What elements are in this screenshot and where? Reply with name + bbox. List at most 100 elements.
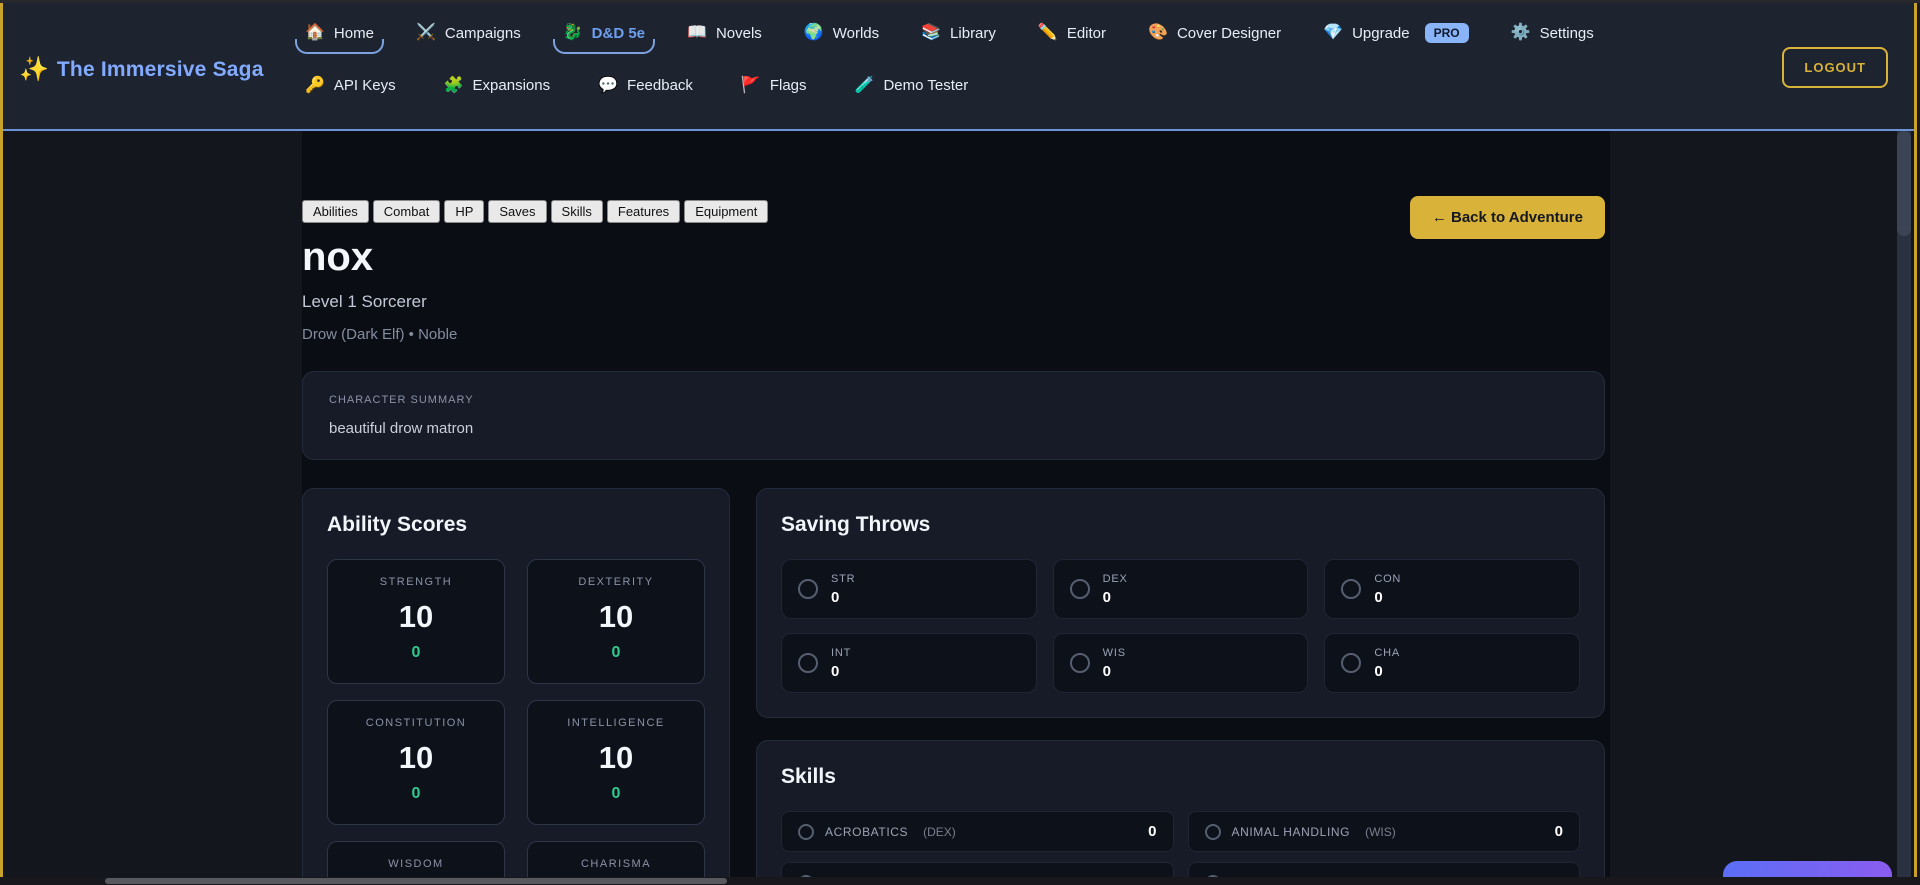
window-chrome-top bbox=[0, 0, 1920, 3]
saving-throw-con[interactable]: CON 0 bbox=[1324, 559, 1580, 619]
nav-row-primary: 🏠 Home ⚔️ Campaigns 🐉 D&D 5e 📖 Novels 🌍 … bbox=[303, 19, 1596, 53]
nav-label: D&D 5e bbox=[592, 25, 645, 42]
nav-item-settings[interactable]: ⚙️ Settings bbox=[1509, 21, 1596, 52]
dragon-icon: 🐉 bbox=[563, 25, 583, 41]
ability-grid: STRENGTH 10 0 DEXTERITY 10 0 CONSTITUTIO… bbox=[327, 559, 705, 885]
nav-label: Upgrade bbox=[1352, 25, 1410, 42]
ability-card-intelligence: INTELLIGENCE 10 0 bbox=[527, 700, 705, 825]
nav-item-api-keys[interactable]: 🔑 API Keys bbox=[303, 73, 398, 104]
app-header: ✨ The Immersive Saga 🏠 Home ⚔️ Campaigns… bbox=[3, 3, 1914, 131]
ability-modifier: 0 bbox=[338, 644, 494, 662]
ability-modifier: 0 bbox=[338, 785, 494, 803]
save-value: 0 bbox=[1374, 663, 1400, 680]
tab-features[interactable]: Features bbox=[607, 200, 680, 223]
sparkles-icon: ✨ bbox=[19, 55, 49, 84]
ability-scores-panel: Ability Scores STRENGTH 10 0 DEXTERITY 1… bbox=[302, 488, 730, 885]
nav-item-feedback[interactable]: 💬 Feedback bbox=[596, 73, 695, 104]
save-value: 0 bbox=[831, 589, 855, 606]
nav-item-upgrade[interactable]: 💎 Upgrade PRO bbox=[1321, 19, 1470, 53]
ability-name: CHARISMA bbox=[538, 858, 694, 870]
crossed-swords-icon: ⚔️ bbox=[416, 25, 436, 41]
skills-grid: ACROBATICS (DEX) 0 ANIMAL HANDLING (WIS)… bbox=[781, 811, 1580, 885]
summary-text: beautiful drow matron bbox=[329, 420, 1578, 437]
skill-acrobatics[interactable]: ACROBATICS (DEX) 0 bbox=[781, 811, 1174, 852]
nav-item-editor[interactable]: ✏️ Editor bbox=[1036, 21, 1108, 52]
nav-item-dnd-5e[interactable]: 🐉 D&D 5e bbox=[561, 21, 647, 52]
save-value: 0 bbox=[1103, 589, 1128, 606]
horizontal-scrollbar-thumb[interactable] bbox=[105, 878, 727, 884]
nav-label: Novels bbox=[716, 25, 762, 42]
saving-throw-int[interactable]: INT 0 bbox=[781, 633, 1037, 693]
nav-label: API Keys bbox=[334, 77, 396, 94]
nav-item-worlds[interactable]: 🌍 Worlds bbox=[802, 21, 881, 52]
nav-item-cover-designer[interactable]: 🎨 Cover Designer bbox=[1146, 21, 1283, 52]
skill-ability: (DEX) bbox=[923, 825, 956, 839]
nav-label: Worlds bbox=[833, 25, 879, 42]
save-value: 0 bbox=[1103, 663, 1126, 680]
ability-card-constitution: CONSTITUTION 10 0 bbox=[327, 700, 505, 825]
nav-item-home[interactable]: 🏠 Home bbox=[303, 21, 376, 52]
save-name: INT bbox=[831, 647, 851, 659]
proficiency-circle-icon bbox=[798, 824, 814, 840]
left-column: Ability Scores STRENGTH 10 0 DEXTERITY 1… bbox=[302, 488, 730, 885]
nav-item-demo-tester[interactable]: 🧪 Demo Tester bbox=[853, 73, 971, 104]
globe-icon: 🌍 bbox=[804, 25, 824, 41]
speech-bubble-icon: 💬 bbox=[598, 78, 618, 94]
book-icon: 📖 bbox=[687, 25, 707, 41]
ability-modifier: 0 bbox=[538, 785, 694, 803]
proficiency-circle-icon bbox=[798, 653, 818, 673]
sheet-grid: Ability Scores STRENGTH 10 0 DEXTERITY 1… bbox=[302, 488, 1605, 885]
ability-score: 10 bbox=[338, 599, 494, 635]
skills-panel: Skills ACROBATICS (DEX) 0 ANIMAL HANDLIN… bbox=[756, 740, 1605, 885]
tab-hp[interactable]: HP bbox=[444, 200, 484, 223]
character-summary-panel: CHARACTER SUMMARY beautiful drow matron bbox=[302, 371, 1605, 460]
saving-throw-dex[interactable]: DEX 0 bbox=[1053, 559, 1309, 619]
test-tube-icon: 🧪 bbox=[855, 78, 875, 94]
skill-ability: (WIS) bbox=[1365, 825, 1396, 839]
saving-throw-str[interactable]: STR 0 bbox=[781, 559, 1037, 619]
tab-combat[interactable]: Combat bbox=[373, 200, 441, 223]
nav-label: Editor bbox=[1067, 25, 1106, 42]
skill-value: 0 bbox=[1555, 823, 1563, 840]
tab-skills[interactable]: Skills bbox=[551, 200, 603, 223]
skill-name: ANIMAL HANDLING bbox=[1232, 825, 1351, 839]
nav-label: Cover Designer bbox=[1177, 25, 1281, 42]
back-to-adventure-button[interactable]: ← Back to Adventure bbox=[1410, 196, 1605, 239]
tab-equipment[interactable]: Equipment bbox=[684, 200, 768, 223]
brand-title: The Immersive Saga bbox=[57, 58, 264, 82]
nav-item-library[interactable]: 📚 Library bbox=[919, 21, 998, 52]
ability-modifier: 0 bbox=[538, 644, 694, 662]
nav-item-flags[interactable]: 🚩 Flags bbox=[739, 73, 809, 104]
ability-card-strength: STRENGTH 10 0 bbox=[327, 559, 505, 684]
horizontal-scrollbar[interactable] bbox=[0, 877, 1920, 885]
window-border-left bbox=[0, 3, 3, 877]
home-icon: 🏠 bbox=[305, 25, 325, 41]
nav-item-expansions[interactable]: 🧩 Expansions bbox=[442, 73, 552, 104]
saving-throw-wis[interactable]: WIS 0 bbox=[1053, 633, 1309, 693]
proficiency-circle-icon bbox=[1070, 653, 1090, 673]
nav-item-novels[interactable]: 📖 Novels bbox=[685, 21, 764, 52]
tab-abilities[interactable]: Abilities bbox=[302, 200, 369, 223]
logout-button[interactable]: LOGOUT bbox=[1782, 47, 1888, 88]
save-name: CHA bbox=[1374, 647, 1400, 659]
skill-animal-handling[interactable]: ANIMAL HANDLING (WIS) 0 bbox=[1188, 811, 1581, 852]
tab-saves[interactable]: Saves bbox=[488, 200, 546, 223]
vertical-scrollbar[interactable] bbox=[1897, 131, 1911, 877]
flag-icon: 🚩 bbox=[741, 78, 761, 94]
puzzle-piece-icon: 🧩 bbox=[444, 78, 464, 94]
ability-score: 10 bbox=[538, 740, 694, 776]
nav-label: Campaigns bbox=[445, 25, 521, 42]
saving-throw-cha[interactable]: CHA 0 bbox=[1324, 633, 1580, 693]
ability-card-dexterity: DEXTERITY 10 0 bbox=[527, 559, 705, 684]
ability-name: DEXTERITY bbox=[538, 576, 694, 588]
vertical-scrollbar-thumb[interactable] bbox=[1897, 131, 1911, 236]
nav-label: Flags bbox=[770, 77, 807, 94]
pro-badge: PRO bbox=[1425, 23, 1469, 43]
character-name: nox bbox=[302, 235, 1605, 280]
nav-label: Expansions bbox=[473, 77, 551, 94]
proficiency-circle-icon bbox=[1341, 653, 1361, 673]
nav-label: Demo Tester bbox=[883, 77, 968, 94]
nav-item-campaigns[interactable]: ⚔️ Campaigns bbox=[414, 21, 523, 52]
save-name: CON bbox=[1374, 573, 1401, 585]
ability-name: INTELLIGENCE bbox=[538, 717, 694, 729]
